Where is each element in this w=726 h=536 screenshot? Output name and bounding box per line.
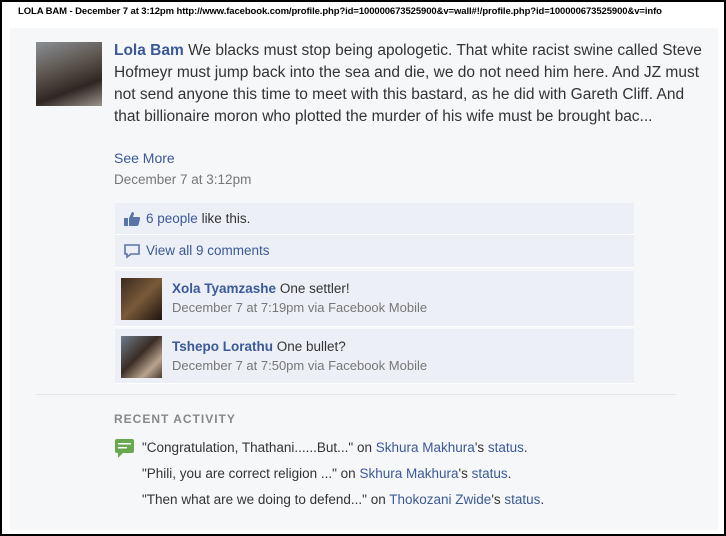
activity-item: "Then what are we doing to defend..." on… <box>142 492 544 507</box>
section-divider <box>36 394 676 395</box>
caption: LOLA BAM - December 7 at 3:12pm http://w… <box>18 6 662 17</box>
comment-meta: December 7 at 7:50pm via Facebook Mobile <box>172 358 428 373</box>
comment-item: Xola Tyamzashe One settler! December 7 a… <box>115 271 634 327</box>
activity-possessive: 's <box>474 440 488 455</box>
post-body: Lola Bam We blacks must stop being apolo… <box>114 40 714 128</box>
comment-bubble-icon <box>124 244 140 259</box>
screenshot-frame: LOLA BAM - December 7 at 3:12pm http://w… <box>0 0 726 536</box>
commenter-avatar[interactable] <box>121 336 162 378</box>
comment-body: Tshepo Lorathu One bullet? December 7 at… <box>172 337 427 375</box>
message-icon <box>115 439 134 458</box>
activity-person-link[interactable]: Skhura Makhura <box>376 440 475 455</box>
likes-row: 6 people like this. <box>115 203 634 235</box>
activity-end: . <box>523 440 528 455</box>
activity-end: . <box>507 466 512 481</box>
post-author-link[interactable]: Lola Bam <box>114 42 184 59</box>
activity-person-link[interactable]: Thokozani Zwide <box>389 492 491 507</box>
thumbs-up-icon <box>124 212 141 226</box>
activity-person-link[interactable]: Skhura Makhura <box>359 466 458 481</box>
activity-possessive: 's <box>458 466 472 481</box>
activity-possessive: 's <box>491 492 505 507</box>
activity-on: on <box>336 466 360 481</box>
comment-item: Tshepo Lorathu One bullet? December 7 at… <box>115 329 634 384</box>
activity-quote[interactable]: "Congratulation, Thathani......But..." <box>142 440 353 455</box>
activity-quote[interactable]: "Phili, you are correct religion ..." <box>142 466 337 481</box>
comment-meta: December 7 at 7:19pm via Facebook Mobile <box>172 300 428 315</box>
activity-end: . <box>540 492 545 507</box>
commenter-name-link[interactable]: Xola Tyamzashe <box>172 281 276 296</box>
activity-target-link[interactable]: status <box>504 492 540 507</box>
post-text: We blacks must stop being apologetic. Th… <box>114 42 702 125</box>
commenter-avatar[interactable] <box>121 278 162 320</box>
activity-target-link[interactable]: status <box>472 466 508 481</box>
post-timestamp[interactable]: December 7 at 3:12pm <box>114 172 251 187</box>
activity-on: on <box>366 492 390 507</box>
activity-item: "Congratulation, Thathani......But..." o… <box>142 440 528 455</box>
comment-text: One settler! <box>279 281 350 296</box>
activity-on: on <box>353 440 376 455</box>
likes-count-link[interactable]: 6 people <box>146 211 198 226</box>
activity-target-link[interactable]: status <box>488 440 524 455</box>
commenter-name-link[interactable]: Tshepo Lorathu <box>172 339 273 354</box>
activity-item: "Phili, you are correct religion ..." on… <box>142 466 511 481</box>
profile-picture[interactable] <box>36 42 102 106</box>
recent-activity-heading: RECENT ACTIVITY <box>114 412 236 426</box>
activity-quote[interactable]: "Then what are we doing to defend..." <box>142 492 367 507</box>
likes-text: 6 people like this. <box>146 211 250 226</box>
view-all-comments-link[interactable]: View all 9 comments <box>146 243 270 258</box>
comment-text: One bullet? <box>276 339 346 354</box>
likes-suffix: like this. <box>197 211 251 226</box>
view-all-comments-row: View all 9 comments <box>115 235 634 268</box>
see-more-link[interactable]: See More <box>114 150 175 166</box>
comment-body: Xola Tyamzashe One settler! December 7 a… <box>172 279 427 317</box>
